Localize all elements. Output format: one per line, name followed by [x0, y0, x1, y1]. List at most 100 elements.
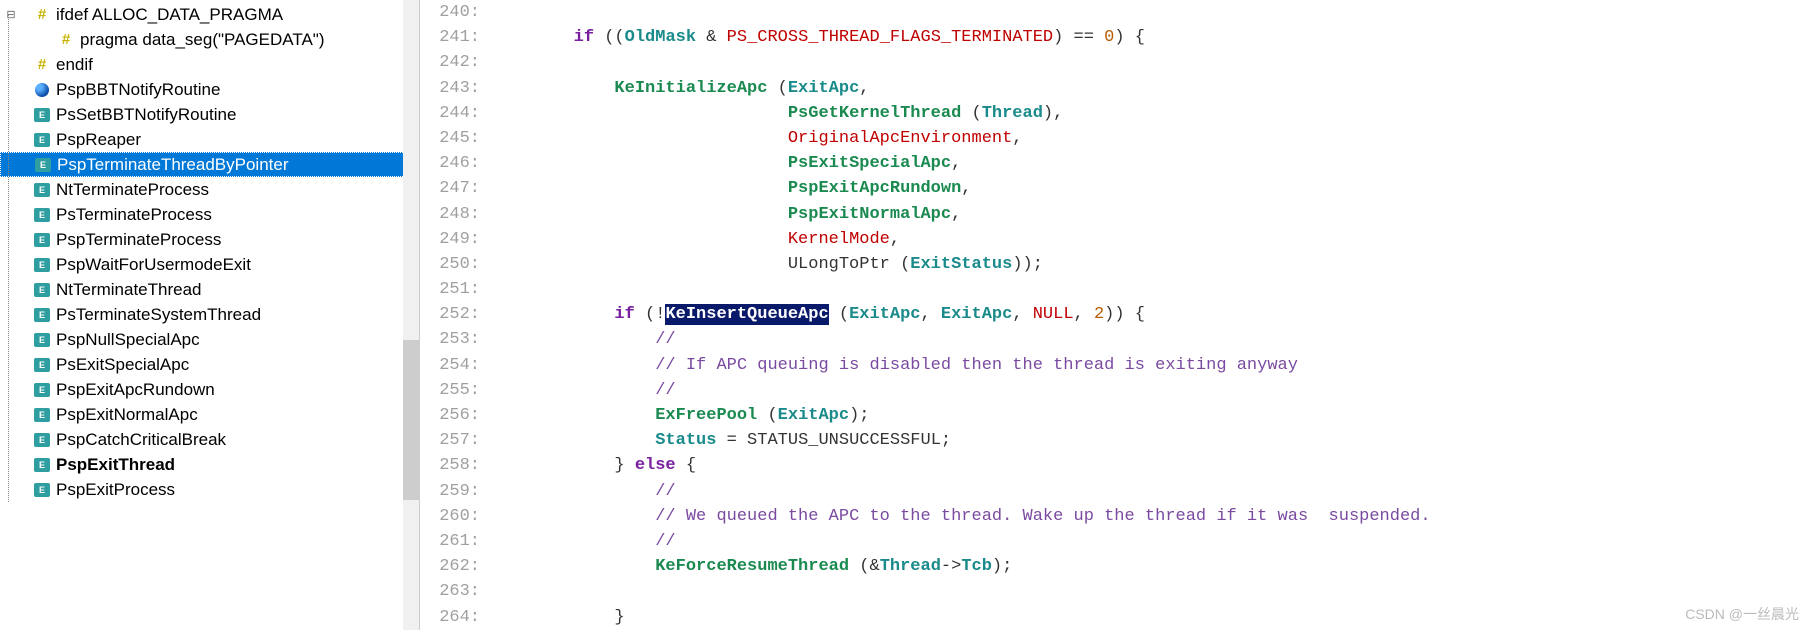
code-token: PsExitSpecialApc [788, 154, 951, 173]
code-token: PspExitApcRundown [788, 179, 961, 198]
code-line[interactable]: ULongToPtr (ExitStatus)); [492, 252, 1809, 277]
tree-item-label: NtTerminateThread [56, 280, 202, 300]
code-token: 2 [1094, 305, 1104, 324]
tree-item-pspexitnormalapc[interactable]: EPspExitNormalApc [0, 402, 419, 427]
tree-item-pspexitthread[interactable]: EPspExitThread [0, 452, 419, 477]
tree-item-label: PsSetBBTNotifyRoutine [56, 105, 236, 125]
code-token: ) == [1053, 28, 1104, 47]
code-token [492, 129, 788, 148]
collapse-icon[interactable]: ⊟ [4, 8, 18, 21]
code-line[interactable] [492, 579, 1809, 604]
tree-item-psterminateprocess[interactable]: EPsTerminateProcess [0, 202, 419, 227]
code-token: , [951, 205, 961, 224]
code-line[interactable]: ExFreePool (ExitApc); [492, 403, 1809, 428]
code-token: ExitStatus [910, 255, 1012, 274]
code-content[interactable]: if ((OldMask & PS_CROSS_THREAD_FLAGS_TER… [492, 0, 1809, 630]
code-editor[interactable]: 240:241:242:243:244:245:246:247:248:249:… [420, 0, 1809, 630]
code-line[interactable] [492, 50, 1809, 75]
code-token: Status [655, 431, 716, 450]
code-token: (! [635, 305, 666, 324]
code-line[interactable]: // [492, 479, 1809, 504]
code-line[interactable]: KernelMode, [492, 227, 1809, 252]
code-line[interactable] [492, 0, 1809, 25]
sidebar-scrollbar-track[interactable] [403, 0, 419, 630]
tree-item-pspterminatethreadbypointer[interactable]: EPspTerminateThreadByPointer [0, 152, 419, 177]
code-line[interactable]: } [492, 605, 1809, 630]
function-icon: E [32, 280, 52, 300]
line-number: 251: [420, 277, 480, 302]
code-line[interactable]: // [492, 529, 1809, 554]
preprocessor-icon: # [56, 30, 76, 50]
tree-item-pspcatchcriticalbreak[interactable]: EPspCatchCriticalBreak [0, 427, 419, 452]
code-line[interactable]: if (!KeInsertQueueApc (ExitApc, ExitApc,… [492, 302, 1809, 327]
sidebar-scrollbar-thumb[interactable] [403, 340, 419, 500]
line-number: 247: [420, 176, 480, 201]
function-icon: E [32, 380, 52, 400]
code-token: ( [961, 104, 981, 123]
tree-item-pspwaitforusermodeexit[interactable]: EPspWaitForUsermodeExit [0, 252, 419, 277]
tree-item-label: PspTerminateProcess [56, 230, 221, 250]
tree-item-psexitspecialapc[interactable]: EPsExitSpecialApc [0, 352, 419, 377]
code-token: PspExitNormalApc [788, 205, 951, 224]
code-line[interactable]: // If APC queuing is disabled then the t… [492, 353, 1809, 378]
line-number: 245: [420, 126, 480, 151]
code-line[interactable]: // [492, 378, 1809, 403]
code-token: & [696, 28, 727, 47]
code-line[interactable]: Status = STATUS_UNSUCCESSFUL; [492, 428, 1809, 453]
code-token [492, 356, 655, 375]
code-token: , [1012, 129, 1022, 148]
function-icon: E [32, 105, 52, 125]
code-token: Thread [982, 104, 1043, 123]
tree-item-pspterminateprocess[interactable]: EPspTerminateProcess [0, 227, 419, 252]
code-line[interactable] [492, 277, 1809, 302]
function-icon: E [32, 230, 52, 250]
tree-item-pragma-data-seg-pagedata-[interactable]: #pragma data_seg("PAGEDATA") [0, 27, 419, 52]
code-line[interactable]: } else { [492, 453, 1809, 478]
symbol-tree-sidebar[interactable]: ⊟#ifdef ALLOC_DATA_PRAGMA#pragma data_se… [0, 0, 420, 630]
preprocessor-icon: # [32, 55, 52, 75]
code-token [492, 608, 614, 627]
code-line[interactable]: OriginalApcEnvironment, [492, 126, 1809, 151]
code-line[interactable]: // [492, 327, 1809, 352]
function-icon: E [32, 455, 52, 475]
line-number: 260: [420, 504, 480, 529]
tree-item-psterminatesystemthread[interactable]: EPsTerminateSystemThread [0, 302, 419, 327]
code-line[interactable]: KeForceResumeThread (&Thread->Tcb); [492, 554, 1809, 579]
line-number-gutter: 240:241:242:243:244:245:246:247:248:249:… [420, 0, 492, 630]
code-line[interactable]: PsGetKernelThread (Thread), [492, 101, 1809, 126]
code-token: )) { [1104, 305, 1145, 324]
code-line[interactable]: PspExitNormalApc, [492, 202, 1809, 227]
tree-item-pspexitprocess[interactable]: EPspExitProcess [0, 477, 419, 502]
code-token: , [951, 154, 961, 173]
code-token [492, 482, 655, 501]
line-number: 254: [420, 353, 480, 378]
code-token: ExitApc [788, 79, 859, 98]
function-icon: E [32, 255, 52, 275]
code-line[interactable]: // We queued the APC to the thread. Wake… [492, 504, 1809, 529]
tree-item-pspbbtnotifyroutine[interactable]: PspBBTNotifyRoutine [0, 77, 419, 102]
tree-item-pssetbbtnotifyroutine[interactable]: EPsSetBBTNotifyRoutine [0, 102, 419, 127]
code-line[interactable]: if ((OldMask & PS_CROSS_THREAD_FLAGS_TER… [492, 25, 1809, 50]
line-number: 253: [420, 327, 480, 352]
function-icon: E [32, 480, 52, 500]
code-token [492, 205, 788, 224]
code-line[interactable]: KeInitializeApc (ExitApc, [492, 76, 1809, 101]
tree-item-label: PspExitProcess [56, 480, 175, 500]
code-token: } [492, 456, 635, 475]
tree-item-pspreaper[interactable]: EPspReaper [0, 127, 419, 152]
code-token [492, 330, 655, 349]
tree-item-pspexitapcrundown[interactable]: EPspExitApcRundown [0, 377, 419, 402]
code-token: // [655, 532, 675, 551]
tree-item-ifdef-alloc-data-pragma[interactable]: ⊟#ifdef ALLOC_DATA_PRAGMA [0, 2, 419, 27]
tree-item-pspnullspecialapc[interactable]: EPspNullSpecialApc [0, 327, 419, 352]
code-token: (( [594, 28, 625, 47]
tree-item-ntterminatethread[interactable]: ENtTerminateThread [0, 277, 419, 302]
tree-item-ntterminateprocess[interactable]: ENtTerminateProcess [0, 177, 419, 202]
line-number: 246: [420, 151, 480, 176]
line-number: 261: [420, 529, 480, 554]
tree-item-endif[interactable]: #endif [0, 52, 419, 77]
code-line[interactable]: PspExitApcRundown, [492, 176, 1809, 201]
code-token: KeInitializeApc [614, 79, 767, 98]
code-line[interactable]: PsExitSpecialApc, [492, 151, 1809, 176]
global-variable-icon [32, 80, 52, 100]
